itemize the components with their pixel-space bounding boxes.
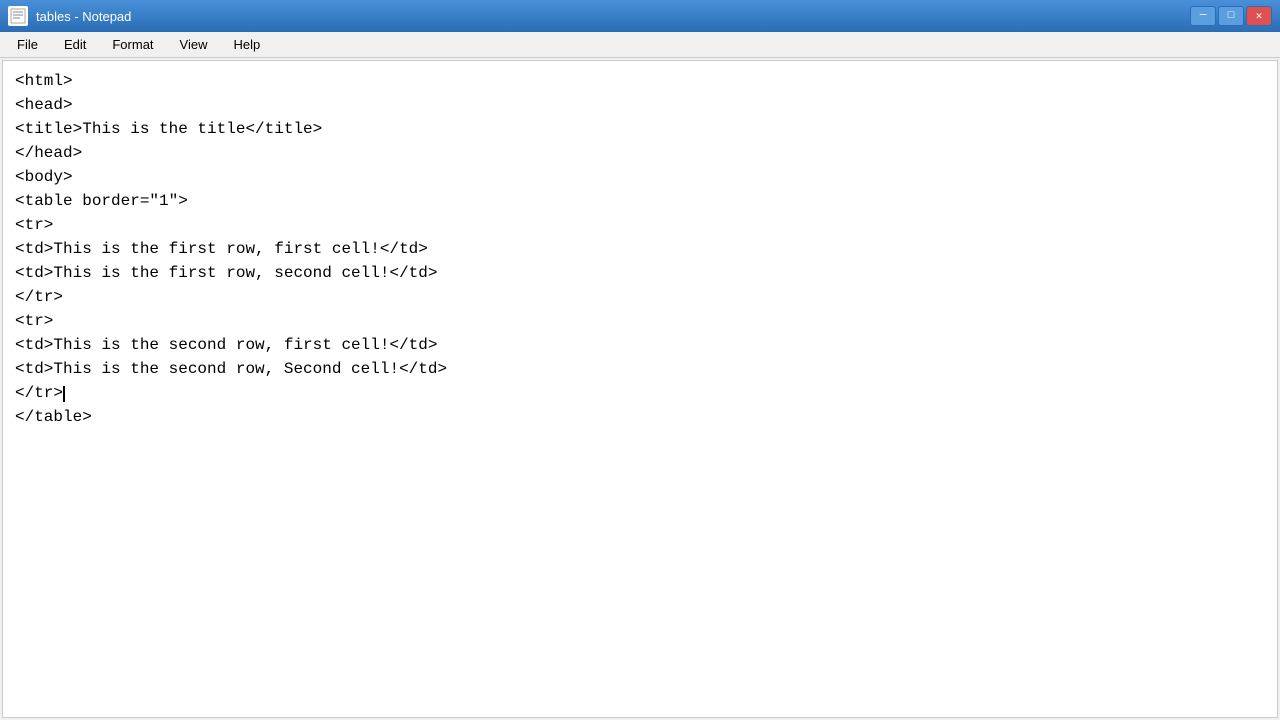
close-button[interactable]: ✕ <box>1246 6 1272 26</box>
app-icon <box>8 6 28 26</box>
menu-format[interactable]: Format <box>99 32 166 57</box>
text-cursor <box>63 386 65 402</box>
editor-content[interactable]: <html> <head> <title>This is the title</… <box>3 61 1277 717</box>
menu-view[interactable]: View <box>167 32 221 57</box>
minimize-button[interactable]: ─ <box>1190 6 1216 26</box>
menu-bar: File Edit Format View Help <box>0 32 1280 58</box>
menu-help[interactable]: Help <box>220 32 273 57</box>
maximize-button[interactable]: □ <box>1218 6 1244 26</box>
notepad-window: tables - Notepad ─ □ ✕ File Edit Format … <box>0 0 1280 720</box>
menu-edit[interactable]: Edit <box>51 32 99 57</box>
title-bar: tables - Notepad ─ □ ✕ <box>0 0 1280 32</box>
editor-area[interactable]: <html> <head> <title>This is the title</… <box>2 60 1278 718</box>
window-controls: ─ □ ✕ <box>1190 6 1272 26</box>
menu-file[interactable]: File <box>4 32 51 57</box>
window-title: tables - Notepad <box>36 9 1182 24</box>
